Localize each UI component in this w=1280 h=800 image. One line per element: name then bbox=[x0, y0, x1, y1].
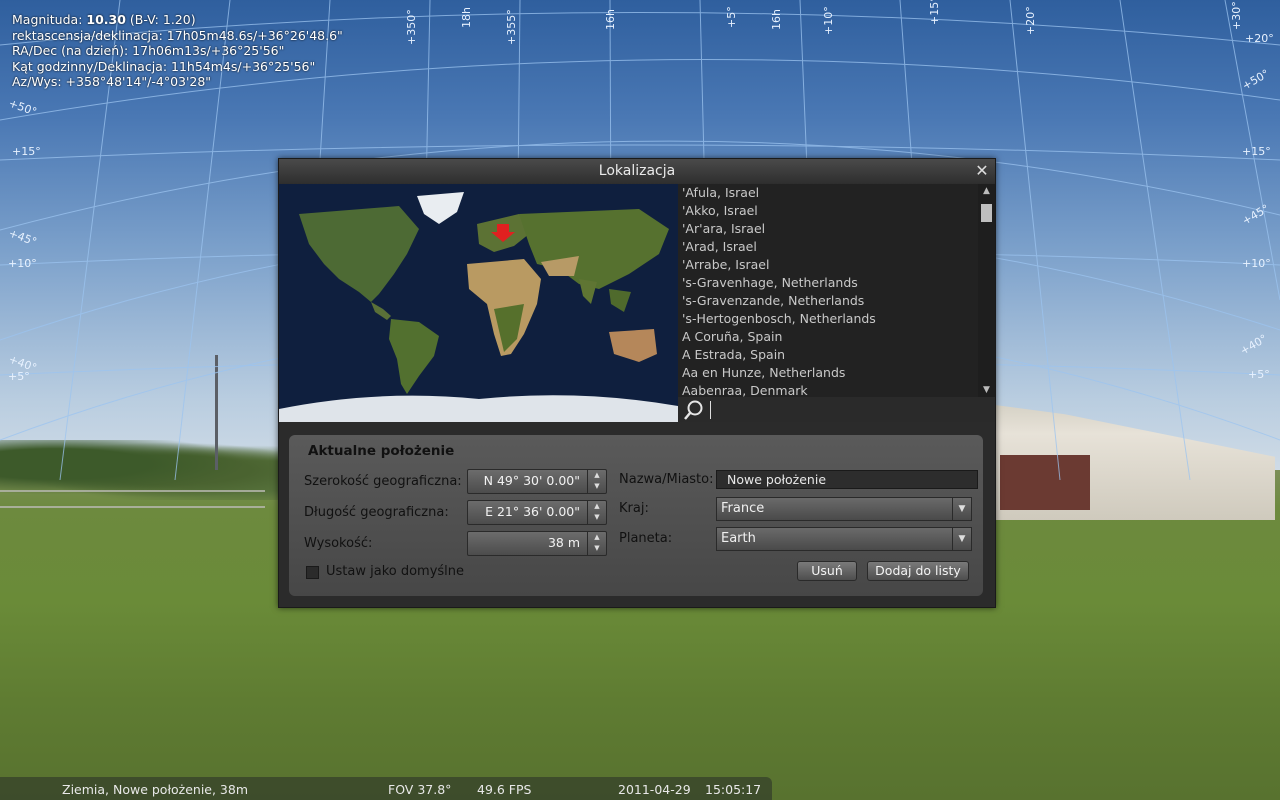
latitude-label: Szerokość geograficzna: bbox=[304, 474, 462, 489]
status-bar: Ziemia, Nowe położenie, 38m FOV 37.8° 49… bbox=[0, 777, 772, 800]
grid-label-right-1: +50° bbox=[1240, 67, 1271, 93]
grid-label-top-0: +350° bbox=[405, 9, 418, 45]
list-item[interactable]: 's-Gravenzande, Netherlands bbox=[678, 292, 978, 310]
location-list-scrollbar[interactable]: ▲ ▼ bbox=[978, 184, 995, 397]
longitude-label: Długość geograficzna: bbox=[304, 505, 449, 520]
status-date: 2011-04-29 bbox=[618, 782, 691, 797]
scroll-up-icon[interactable]: ▲ bbox=[978, 184, 995, 198]
search-icon bbox=[684, 400, 703, 420]
grid-label-top-7: +15° bbox=[928, 0, 941, 25]
grid-label-top-4: +5° bbox=[725, 6, 738, 28]
grid-label-right-6: +5° bbox=[1248, 368, 1270, 381]
info-magnitude: Magnituda: 10.30 (B-V: 1.20) bbox=[12, 12, 196, 27]
grid-label-right-2: +15° bbox=[1242, 145, 1271, 158]
list-item[interactable]: 's-Gravenhage, Netherlands bbox=[678, 274, 978, 292]
grid-label-top-5: 16h bbox=[770, 9, 783, 30]
dialog-title: Lokalizacja bbox=[598, 163, 676, 179]
grid-label-left-1: +15° bbox=[12, 145, 41, 158]
planet-label: Planeta: bbox=[619, 531, 673, 546]
grid-label-right-3: +45° bbox=[1240, 202, 1271, 228]
list-item[interactable]: 'Afula, Israel bbox=[678, 184, 978, 202]
name-label: Nazwa/Miasto: bbox=[619, 472, 714, 487]
status-time: 15:05:17 bbox=[705, 782, 762, 797]
dialog-titlebar[interactable]: Lokalizacja ✕ bbox=[279, 159, 995, 184]
altitude-spinbox[interactable]: 38 m ▲ ▼ bbox=[467, 531, 607, 556]
list-item[interactable]: A Estrada, Spain bbox=[678, 346, 978, 364]
chevron-down-icon[interactable]: ▼ bbox=[952, 528, 971, 550]
grid-label-top-6: +10° bbox=[822, 6, 835, 35]
info-ra-dec-date: RA/Dec (na dzień): 17h06m13s/+36°25'56" bbox=[12, 43, 285, 58]
world-map[interactable] bbox=[279, 184, 678, 422]
spin-down-icon[interactable]: ▼ bbox=[588, 481, 606, 492]
grid-label-left-0: +50° bbox=[7, 97, 38, 119]
default-checkbox[interactable] bbox=[306, 566, 319, 579]
grid-label-top-3: 16h bbox=[604, 9, 617, 30]
chevron-down-icon[interactable]: ▼ bbox=[952, 498, 971, 520]
grid-label-top-2: +355° bbox=[505, 9, 518, 45]
spin-down-icon[interactable]: ▼ bbox=[588, 543, 606, 554]
search-input[interactable] bbox=[710, 401, 985, 419]
fence bbox=[0, 490, 265, 508]
grid-label-right-4: +10° bbox=[1242, 257, 1271, 270]
add-to-list-button[interactable]: Dodaj do listy bbox=[867, 561, 969, 581]
list-item[interactable]: Aa en Hunze, Netherlands bbox=[678, 364, 978, 382]
object-info: Magnituda: 10.30 (B-V: 1.20) rektascensj… bbox=[12, 12, 343, 90]
spin-down-icon[interactable]: ▼ bbox=[588, 512, 606, 523]
latitude-value: N 49° 30' 0.00" bbox=[483, 473, 580, 488]
list-item[interactable]: Aabenraa, Denmark bbox=[678, 382, 978, 397]
spin-up-icon[interactable]: ▲ bbox=[588, 532, 606, 543]
grid-label-right-0: +20° bbox=[1245, 32, 1274, 45]
country-label: Kraj: bbox=[619, 501, 649, 516]
status-fov: FOV 37.8° bbox=[388, 782, 452, 797]
info-hour-angle: Kąt godzinny/Deklinacja: 11h54m4s/+36°25… bbox=[12, 58, 316, 74]
list-item[interactable]: 'Akko, Israel bbox=[678, 202, 978, 220]
search-row bbox=[678, 397, 995, 422]
delete-button[interactable]: Usuń bbox=[797, 561, 857, 581]
planet-value: Earth bbox=[721, 531, 756, 546]
spin-up-icon[interactable]: ▲ bbox=[588, 470, 606, 481]
altitude-label: Wysokość: bbox=[304, 536, 373, 551]
grid-label-left-3: +10° bbox=[8, 257, 37, 270]
default-label: Ustaw jako domyślne bbox=[326, 564, 465, 579]
name-field[interactable]: Nowe położenie bbox=[716, 470, 978, 489]
grid-label-top-9: +30° bbox=[1230, 1, 1243, 30]
list-item[interactable]: 'Arrabe, Israel bbox=[678, 256, 978, 274]
country-select[interactable]: France ▼ bbox=[716, 497, 972, 521]
scroll-down-icon[interactable]: ▼ bbox=[978, 383, 995, 397]
altitude-value: 38 m bbox=[547, 535, 580, 550]
longitude-spinbox[interactable]: E 21° 36' 0.00" ▲ ▼ bbox=[467, 500, 607, 525]
location-list[interactable]: 'Afula, Israel 'Akko, Israel 'Ar'ara, Is… bbox=[678, 184, 978, 397]
close-icon[interactable]: ✕ bbox=[973, 162, 991, 180]
list-item[interactable]: A Coruña, Spain bbox=[678, 328, 978, 346]
list-item[interactable]: 's-Hertogenbosch, Netherlands bbox=[678, 310, 978, 328]
info-az-alt: Az/Wys: +358°48'14"/-4°03'28" bbox=[12, 74, 212, 89]
grid-label-left-2: +45° bbox=[7, 227, 38, 249]
list-item[interactable]: 'Arad, Israel bbox=[678, 238, 978, 256]
panel-title: Aktualne położenie bbox=[308, 443, 455, 459]
info-ra-dec: rektascensja/deklinacja: 17h05m48.6s/+36… bbox=[12, 27, 343, 43]
scroll-thumb[interactable] bbox=[981, 204, 992, 222]
latitude-spin-buttons: ▲ ▼ bbox=[587, 470, 606, 493]
grid-label-left-5: +5° bbox=[8, 370, 30, 383]
planet-select[interactable]: Earth ▼ bbox=[716, 527, 972, 551]
list-item[interactable]: 'Ar'ara, Israel bbox=[678, 220, 978, 238]
current-location-panel: Aktualne położenie Szerokość geograficzn… bbox=[289, 435, 983, 596]
status-location: Ziemia, Nowe położenie, 38m bbox=[62, 782, 249, 797]
location-dialog: Lokalizacja ✕ 'Afula, Israel 'Akko, Isra… bbox=[278, 158, 996, 608]
altitude-spin-buttons: ▲ ▼ bbox=[587, 532, 606, 555]
longitude-value: E 21° 36' 0.00" bbox=[485, 504, 580, 519]
grid-label-top-1: 18h bbox=[460, 7, 473, 28]
longitude-spin-buttons: ▲ ▼ bbox=[587, 501, 606, 524]
latitude-spinbox[interactable]: N 49° 30' 0.00" ▲ ▼ bbox=[467, 469, 607, 494]
status-fps: 49.6 FPS bbox=[477, 782, 532, 797]
grid-label-top-8: +20° bbox=[1024, 6, 1037, 35]
country-value: France bbox=[721, 501, 765, 516]
grid-label-right-5: +40° bbox=[1238, 332, 1269, 358]
spin-up-icon[interactable]: ▲ bbox=[588, 501, 606, 512]
